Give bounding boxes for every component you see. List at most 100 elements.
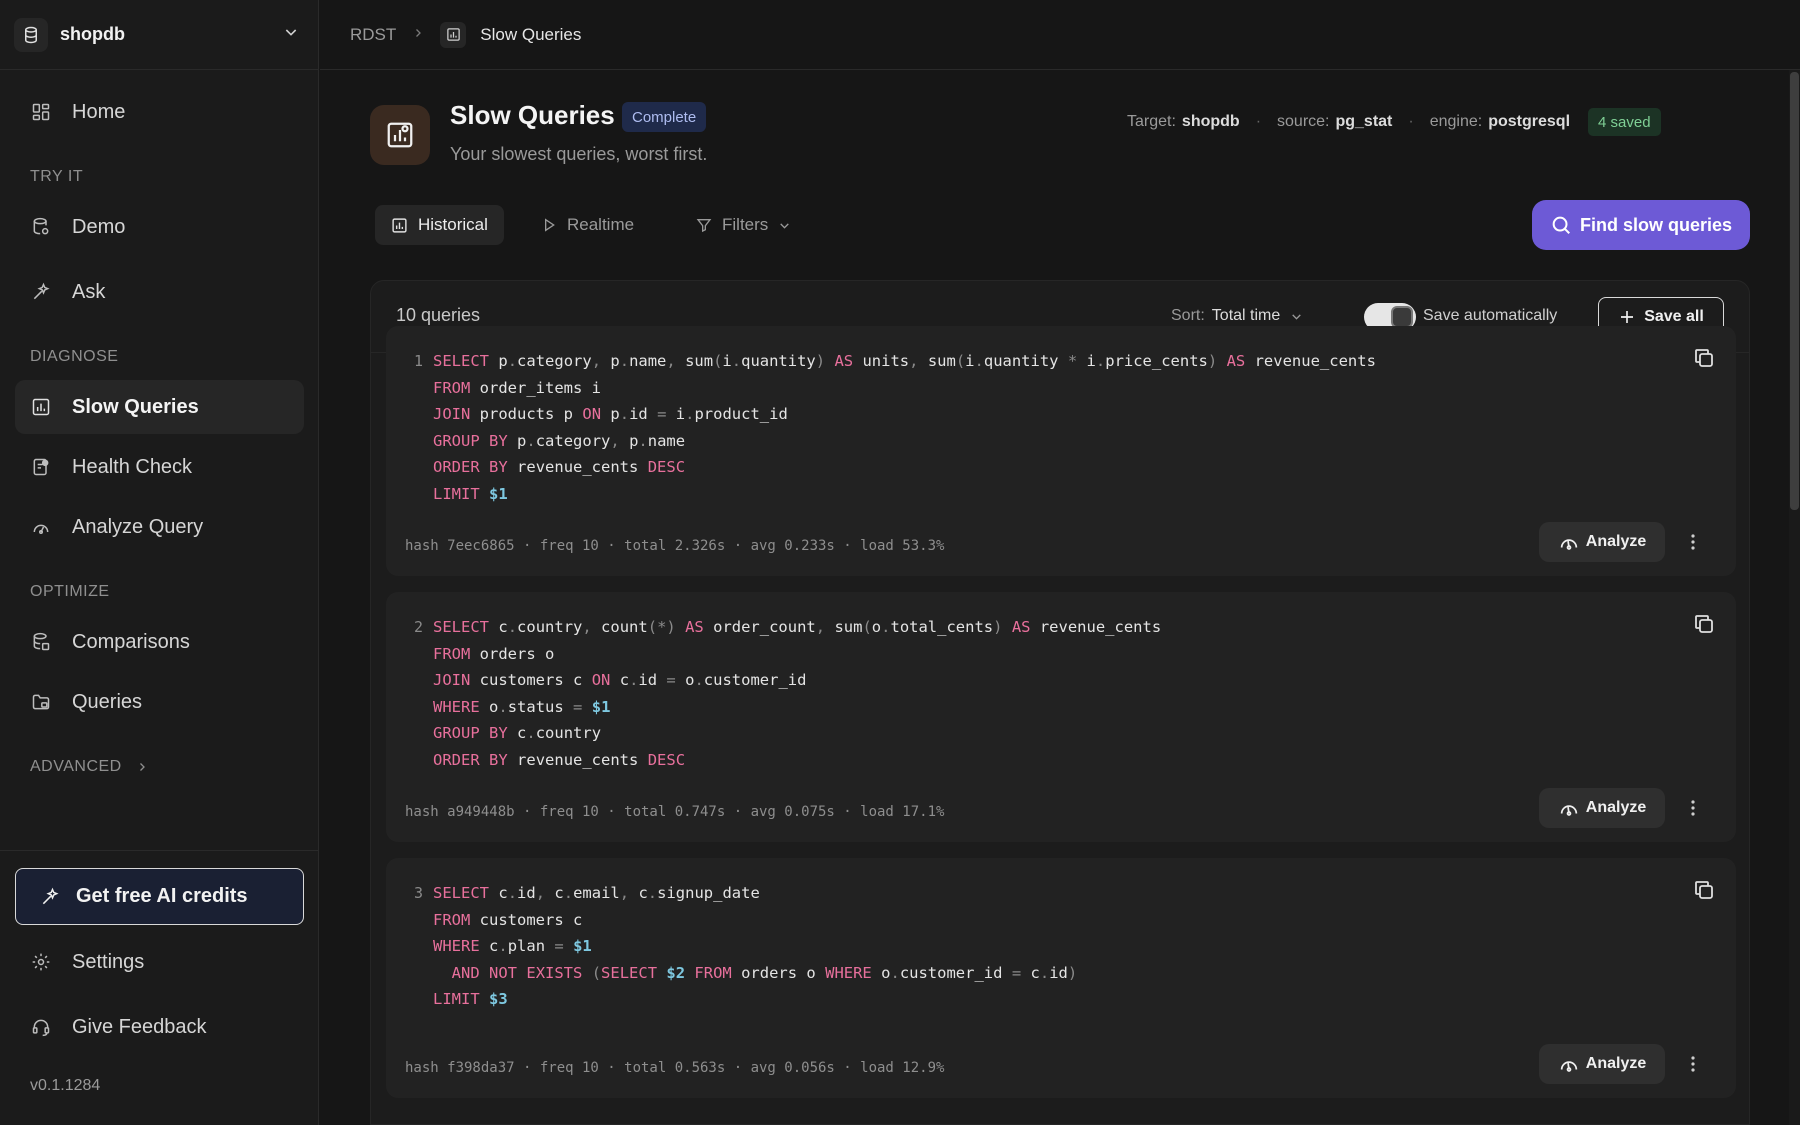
sql-punctuation: . xyxy=(526,431,536,450)
target-label: Target: xyxy=(1127,113,1176,130)
sql-keyword: ON xyxy=(591,671,611,690)
sidebar-item-queries[interactable]: Queries xyxy=(15,675,304,729)
sql-punctuation: , xyxy=(591,352,602,370)
sidebar-item-label: Health Check xyxy=(72,455,193,478)
sql-punctuation: . xyxy=(1095,352,1106,370)
page-scrollbar[interactable] xyxy=(1789,70,1800,1125)
section-advanced[interactable]: ADVANCED xyxy=(30,758,148,776)
sidebar-item-label: Queries xyxy=(72,690,143,713)
sql-keyword: GROUP xyxy=(433,431,480,450)
find-slow-queries-button[interactable]: Find slow queries xyxy=(1532,200,1750,250)
saved-count-badge[interactable]: 4 saved xyxy=(1588,108,1661,136)
query-count: 10 queries xyxy=(396,305,481,325)
sql-line: LIMIT $3 xyxy=(386,986,1077,1013)
results-panel: 10 queries Sort: Total time Save automat… xyxy=(370,280,1750,1125)
sql-line: 2 SELECT c.country, count(*) AS order_cou… xyxy=(386,614,1161,641)
chart-icon xyxy=(440,21,467,48)
sql-line: AND NOT EXISTS (SELECT $2 FROM orders o … xyxy=(386,960,1078,987)
filters-dropdown[interactable]: Filters xyxy=(680,205,807,245)
sql-line: ORDER BY revenue_cents DESC xyxy=(386,454,1376,481)
more-options-icon[interactable] xyxy=(1681,1044,1705,1084)
sidebar-item-demo[interactable]: Demo xyxy=(15,200,304,254)
app-window: shopdb Home TRY IT Demo Ask DIAGNOSE Slo… xyxy=(0,0,1800,1125)
line-number xyxy=(386,375,433,402)
sql-punctuation: * xyxy=(1067,352,1078,370)
analyze-button[interactable]: Analyze xyxy=(1539,1044,1665,1084)
copy-icon[interactable] xyxy=(1690,344,1718,372)
tab-historical[interactable]: Historical xyxy=(375,205,504,245)
sql-keyword: SELECT xyxy=(433,618,489,636)
sidebar-item-label: Comparisons xyxy=(72,630,190,653)
line-number xyxy=(386,694,433,721)
sql-line-text: LIMIT $1 xyxy=(433,481,508,508)
line-number xyxy=(386,907,433,934)
analyze-label: Analyze xyxy=(1585,533,1647,550)
tab-realtime[interactable]: Realtime xyxy=(525,205,650,245)
headset-icon xyxy=(30,1016,52,1038)
sort-dropdown[interactable]: Sort: Total time xyxy=(1171,307,1303,325)
sql-code-block: 2 SELECT c.country, count(*) AS order_cou… xyxy=(386,614,1161,774)
sql-line: FROM orders o xyxy=(386,641,1161,668)
sql-punctuation: , xyxy=(815,618,826,636)
sql-line: FROM customers c xyxy=(386,907,1077,934)
sidebar-item-ask[interactable]: Ask xyxy=(15,265,304,319)
copy-icon[interactable] xyxy=(1690,876,1718,904)
tab-label: Historical xyxy=(418,215,488,234)
sql-keyword: JOIN xyxy=(433,671,471,690)
sidebar-item-slow-queries[interactable]: Slow Queries xyxy=(15,380,304,434)
sql-punctuation: ) xyxy=(666,618,676,636)
sql-keyword: SELECT xyxy=(433,884,489,902)
analyze-button[interactable]: Analyze xyxy=(1539,522,1665,562)
auto-save-label: Save automatically xyxy=(1423,307,1558,324)
sql-punctuation: ) xyxy=(1067,963,1078,982)
database-switcher[interactable]: shopdb xyxy=(0,0,319,70)
sidebar-item-settings[interactable]: Settings xyxy=(15,935,304,989)
database-icon xyxy=(30,216,52,238)
sql-punctuation: ) xyxy=(815,352,826,370)
get-ai-credits-button[interactable]: Get free AI credits xyxy=(15,868,304,925)
sql-keyword: WHERE xyxy=(825,963,872,982)
separator-dot: · xyxy=(1408,113,1414,130)
sql-keyword: WHERE xyxy=(433,937,480,956)
sidebar-item-give-feedback[interactable]: Give Feedback xyxy=(15,1000,304,1054)
sql-keyword: BY xyxy=(489,431,508,450)
sql-keyword: WHERE xyxy=(433,697,480,716)
breadcrumb-root[interactable]: RDST xyxy=(350,25,396,45)
copy-icon[interactable] xyxy=(1690,610,1718,638)
grid-icon xyxy=(30,101,52,123)
status-badge: Complete xyxy=(622,102,707,132)
sql-keyword: DESC xyxy=(647,458,686,477)
more-options-icon[interactable] xyxy=(1681,522,1705,562)
sidebar-item-analyze-query[interactable]: Analyze Query xyxy=(15,500,304,554)
sql-code-block: 3 SELECT c.id, c.email, c.signup_date FROM… xyxy=(386,880,1077,1013)
filters-label: Filters xyxy=(722,215,769,234)
sql-line-text: WHERE o.status = $1 xyxy=(433,697,611,716)
sparkle-icon xyxy=(30,281,52,303)
section-advanced-label: ADVANCED xyxy=(30,758,122,775)
sql-punctuation: . xyxy=(890,963,900,982)
sql-keyword: AS xyxy=(685,618,704,636)
sidebar-item-home[interactable]: Home xyxy=(15,85,304,139)
sql-keyword: FROM xyxy=(433,378,471,397)
sql-punctuation: = xyxy=(657,405,667,424)
gauge-icon xyxy=(30,516,52,538)
more-options-icon[interactable] xyxy=(1681,788,1705,828)
sql-punctuation: ) xyxy=(1207,352,1218,370)
sql-punctuation: , xyxy=(666,352,676,370)
query-stats: hash 7eec6865 · freq 10 · total 2.326s ·… xyxy=(405,538,945,554)
section-try-it: TRY IT xyxy=(30,168,84,185)
sidebar-item-health-check[interactable]: Health Check xyxy=(15,440,304,494)
get-ai-credits-label: Get free AI credits xyxy=(76,885,248,907)
sparkle-icon xyxy=(40,887,60,907)
sidebar-item-label: Give Feedback xyxy=(72,1015,207,1038)
sql-punctuation: * xyxy=(657,618,667,636)
scrollbar-thumb[interactable] xyxy=(1790,72,1799,510)
sql-keyword: LIMIT xyxy=(433,484,480,503)
analyze-button[interactable]: Analyze xyxy=(1539,788,1665,828)
sql-line: GROUP BY p.category, p.name xyxy=(386,428,1376,455)
sql-punctuation: . xyxy=(694,671,704,690)
toggle-knob xyxy=(1391,306,1413,328)
sidebar-item-comparisons[interactable]: Comparisons xyxy=(15,615,304,669)
sql-punctuation: . xyxy=(507,884,518,902)
sql-line-text: FROM order_items i xyxy=(433,378,602,397)
